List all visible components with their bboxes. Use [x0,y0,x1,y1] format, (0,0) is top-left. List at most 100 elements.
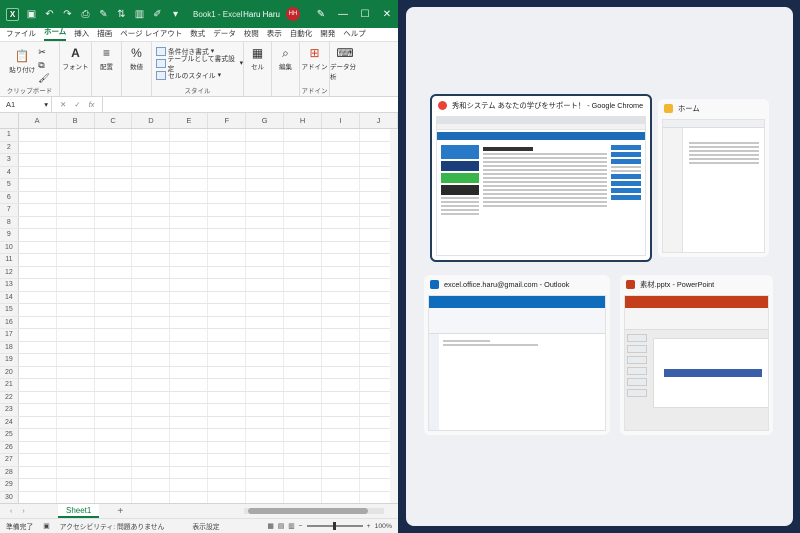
cell[interactable] [246,204,285,216]
cell[interactable] [19,279,57,291]
row-header[interactable]: 9 [0,229,19,241]
horizontal-scrollbar[interactable] [244,508,384,514]
row-header[interactable]: 11 [0,254,19,266]
save-icon[interactable]: ▣ [26,9,37,20]
cell[interactable] [322,341,361,353]
format-painter-icon[interactable]: 🖌 [38,73,49,84]
cell[interactable] [170,216,209,228]
cell[interactable] [208,391,247,403]
row-header[interactable]: 24 [0,416,19,428]
snap-window-explorer[interactable]: ホーム [658,99,769,257]
cell[interactable] [132,241,171,253]
cell[interactable] [132,354,171,366]
cell[interactable] [170,279,209,291]
cell[interactable] [132,166,171,178]
zoom-in-icon[interactable]: + [367,523,371,530]
row-header[interactable]: 23 [0,404,19,416]
cell[interactable] [246,441,285,453]
cell[interactable] [132,279,171,291]
cell[interactable] [284,279,323,291]
row-header[interactable]: 15 [0,304,19,316]
cell[interactable] [57,254,95,266]
cell[interactable] [170,191,209,203]
cell[interactable] [132,329,171,341]
cell[interactable] [95,266,133,278]
cell[interactable] [57,179,95,191]
cell[interactable] [170,354,209,366]
cell[interactable] [19,229,57,241]
cell[interactable] [132,404,171,416]
cell[interactable] [246,391,285,403]
cell[interactable] [170,441,209,453]
snap-window-chrome[interactable]: 秀和システム あなたの学びをサポート！ - Google Chrome [430,94,652,262]
cell[interactable] [57,154,95,166]
cell[interactable] [322,354,361,366]
cell[interactable] [246,466,285,478]
cell[interactable] [284,229,323,241]
cell[interactable] [170,329,209,341]
cell[interactable] [95,454,133,466]
cell[interactable] [95,291,133,303]
cell[interactable] [284,341,323,353]
cell[interactable] [170,479,209,491]
snap-window-powerpoint[interactable]: 素材.pptx - PowerPoint [620,275,773,435]
cell[interactable] [208,429,247,441]
cell[interactable] [132,129,171,141]
cell[interactable] [19,466,57,478]
cell[interactable] [284,454,323,466]
cell[interactable] [284,241,323,253]
analyze-group[interactable]: ⌨ データ分析 [330,42,360,96]
cell[interactable] [19,316,57,328]
cell[interactable] [170,391,209,403]
cell[interactable] [246,154,285,166]
cell[interactable] [170,141,209,153]
row-header[interactable]: 20 [0,366,19,378]
cell[interactable] [95,491,133,503]
cell[interactable] [95,216,133,228]
tab-help[interactable]: ヘルプ [343,28,366,41]
column-header[interactable]: J [360,113,398,128]
cell[interactable] [322,491,361,503]
cell[interactable] [284,266,323,278]
cell[interactable] [284,391,323,403]
pen-icon[interactable]: ✐ [152,9,163,20]
cut-icon[interactable]: ✂ [38,47,49,58]
cell[interactable] [19,366,57,378]
confirm-icon[interactable]: ✓ [74,100,80,109]
cell[interactable] [208,329,247,341]
tab-home[interactable]: ホーム [44,26,67,41]
cell[interactable] [19,154,57,166]
tab-automate[interactable]: 自動化 [290,28,313,41]
cell[interactable] [132,191,171,203]
row-header[interactable]: 26 [0,441,19,453]
cell[interactable] [246,304,285,316]
row-header[interactable]: 8 [0,216,19,228]
cell[interactable] [95,404,133,416]
name-box[interactable]: A1 ▾ [0,97,52,112]
cell[interactable] [246,266,285,278]
column-header[interactable]: E [170,113,209,128]
cell[interactable] [95,366,133,378]
display-settings[interactable]: 表示設定 [192,521,219,531]
cell[interactable] [57,479,95,491]
row-header[interactable]: 25 [0,429,19,441]
prev-sheet-icon[interactable]: ‹ [10,508,12,515]
cell[interactable] [19,491,57,503]
cell[interactable] [208,366,247,378]
cell[interactable] [246,141,285,153]
zoom-out-icon[interactable]: − [299,523,303,530]
cell[interactable] [19,429,57,441]
cell[interactable] [57,304,95,316]
copy-icon[interactable]: ⧉ [38,60,49,71]
cell[interactable] [132,291,171,303]
row-header[interactable]: 14 [0,291,19,303]
cell[interactable] [132,454,171,466]
cell[interactable] [208,454,247,466]
cell[interactable] [208,291,247,303]
cell[interactable] [19,216,57,228]
cell[interactable] [284,329,323,341]
cell[interactable] [208,304,247,316]
cell[interactable] [57,191,95,203]
row-header[interactable]: 10 [0,241,19,253]
row-header[interactable]: 22 [0,391,19,403]
